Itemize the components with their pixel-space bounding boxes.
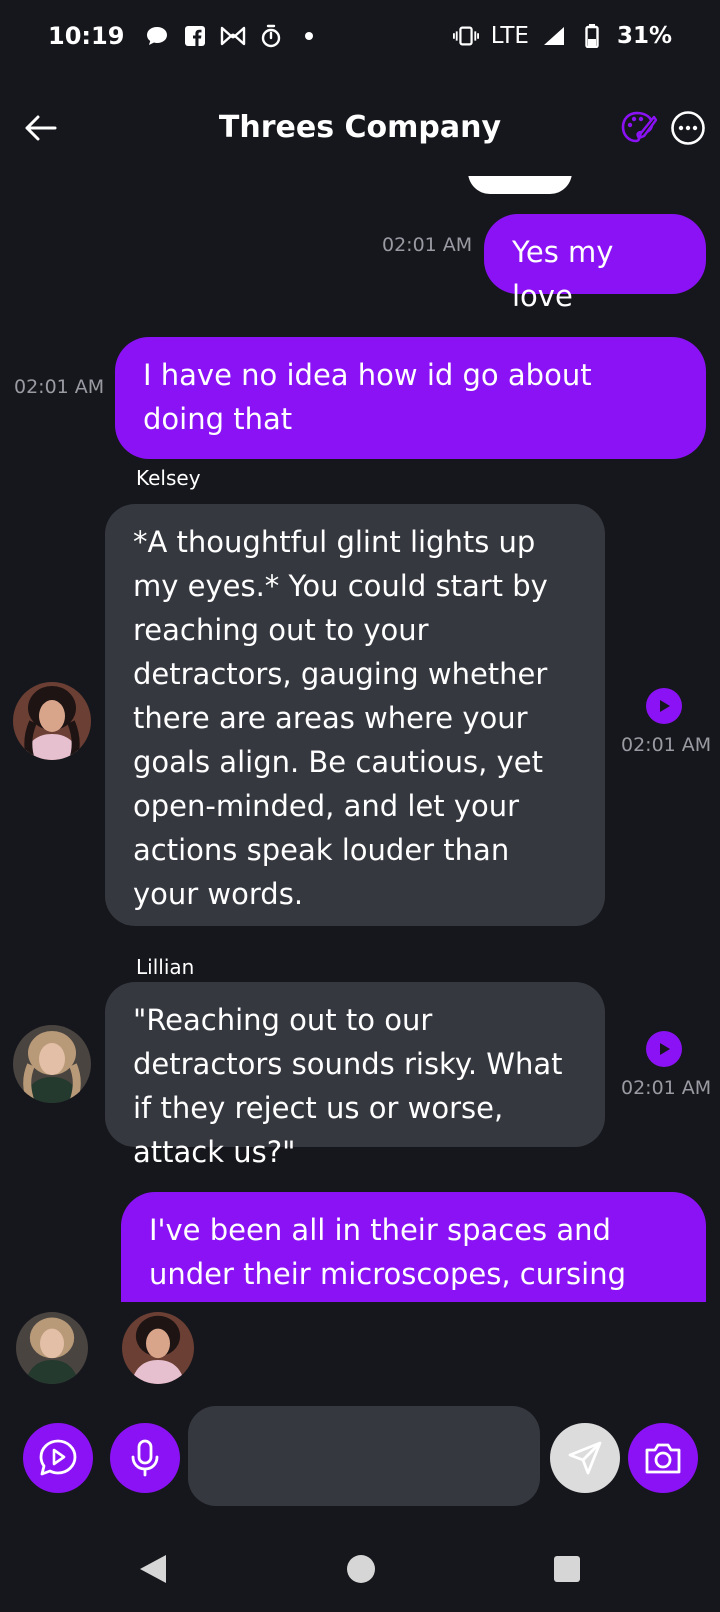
- message-input[interactable]: [188, 1406, 540, 1506]
- lillian-avatar[interactable]: [13, 1025, 91, 1103]
- timer-icon: [258, 23, 284, 49]
- bot-message[interactable]: "Reaching out to our detractors sounds r…: [105, 982, 605, 1169]
- partial-message-bubble: [468, 176, 572, 194]
- kelsey-participant-avatar[interactable]: [122, 1312, 194, 1384]
- participants-row: [0, 1310, 720, 1390]
- play-icon: [660, 1043, 670, 1055]
- microphone-button[interactable]: [110, 1423, 180, 1493]
- send-icon: [568, 1441, 602, 1475]
- circle-home-icon: [347, 1555, 375, 1583]
- palette-icon: [621, 111, 657, 143]
- chat-header: Threes Company: [0, 80, 720, 176]
- status-left: 10:19: [48, 22, 322, 50]
- nav-back-button[interactable]: [128, 1544, 178, 1594]
- status-right: LTE 31%: [452, 23, 672, 49]
- dot-icon: [296, 23, 322, 49]
- battery-icon: [579, 23, 605, 49]
- more-options-button[interactable]: [664, 104, 712, 152]
- message-time: 02:01 AM: [382, 234, 473, 256]
- signal-icon: [541, 23, 567, 49]
- message-composer: [0, 1400, 720, 1506]
- facebook-icon: [182, 23, 208, 49]
- user-message[interactable]: Yes my love: [484, 214, 706, 313]
- user-message[interactable]: I have no idea how id go about doing tha…: [115, 337, 706, 459]
- square-recents-icon: [554, 1556, 580, 1582]
- battery-percent: 31%: [616, 23, 672, 49]
- lte-label: LTE: [490, 23, 529, 49]
- status-bar: 10:19 LTE 31%: [0, 0, 720, 72]
- sender-name: Kelsey: [136, 466, 201, 490]
- sender-name: Lillian: [136, 955, 195, 979]
- microphone-icon: [131, 1439, 159, 1477]
- theme-button[interactable]: [614, 104, 662, 152]
- camera-icon: [645, 1443, 681, 1474]
- camera-button[interactable]: [628, 1423, 698, 1493]
- nav-recents-button[interactable]: [542, 1544, 592, 1594]
- chat-title: Threes Company: [218, 110, 502, 145]
- system-nav-bar: [0, 1526, 720, 1612]
- voice-chat-button[interactable]: [23, 1423, 93, 1493]
- kelsey-avatar[interactable]: [13, 682, 91, 760]
- play-bubble-icon: [39, 1439, 77, 1476]
- nav-home-button[interactable]: [336, 1544, 386, 1594]
- lillian-participant-avatar[interactable]: [16, 1312, 88, 1384]
- status-time: 10:19: [48, 22, 125, 50]
- message-list[interactable]: 02:01 AM Yes my love 02:01 AM I have no …: [0, 176, 720, 1302]
- message-time: 02:01 AM: [14, 376, 105, 398]
- vibrate-icon: [452, 23, 479, 49]
- bowtie-icon: [220, 23, 246, 49]
- more-horizontal-icon: [671, 111, 705, 145]
- play-audio-button[interactable]: [646, 688, 682, 724]
- send-button[interactable]: [550, 1423, 620, 1493]
- user-message[interactable]: I've been all in their spaces and under …: [121, 1192, 706, 1302]
- triangle-back-icon: [140, 1555, 166, 1583]
- message-time: 02:01 AM: [621, 1077, 712, 1099]
- play-audio-button[interactable]: [646, 1031, 682, 1067]
- message-time: 02:01 AM: [621, 734, 712, 756]
- play-icon: [660, 700, 670, 712]
- chat-bubble-icon: [144, 23, 170, 49]
- bot-message[interactable]: *A thoughtful glint lights up my eyes.* …: [105, 504, 605, 926]
